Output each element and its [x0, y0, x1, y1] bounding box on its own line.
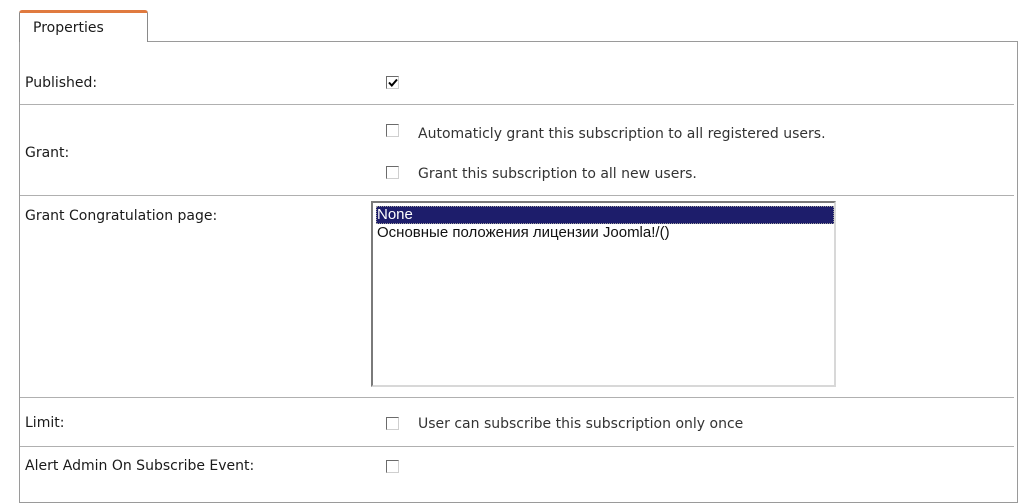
checkmark-icon — [388, 78, 398, 87]
congratulation-page-listbox[interactable]: None Основные положения лицензии Joomla!… — [371, 201, 836, 387]
grant-all-registered-checkbox[interactable] — [386, 124, 399, 137]
listbox-option-joomla-license[interactable]: Основные положения лицензии Joomla!/() — [373, 224, 834, 242]
congratulation-page-label: Grant Congratulation page: — [25, 208, 218, 224]
limit-once-label: User can subscribe this subscription onl… — [418, 416, 744, 432]
alert-admin-checkbox[interactable] — [386, 460, 399, 473]
published-checkbox[interactable] — [386, 76, 399, 89]
tab-properties[interactable]: Properties — [19, 10, 148, 42]
listbox-option-none[interactable]: None — [376, 206, 834, 224]
grant-all-registered-label: Automaticly grant this subscription to a… — [418, 126, 826, 142]
grant-new-users-checkbox[interactable] — [386, 166, 399, 179]
row-divider — [20, 104, 1014, 105]
published-label: Published: — [25, 75, 98, 91]
row-divider — [20, 397, 1014, 398]
limit-once-checkbox[interactable] — [386, 417, 399, 430]
limit-label: Limit: — [25, 415, 65, 431]
row-divider — [20, 446, 1014, 447]
grant-label: Grant: — [25, 145, 70, 161]
tab-properties-label: Properties — [33, 20, 104, 36]
grant-new-users-label: Grant this subscription to all new users… — [418, 166, 697, 182]
alert-admin-label: Alert Admin On Subscribe Event: — [25, 458, 255, 474]
row-divider — [20, 195, 1014, 196]
